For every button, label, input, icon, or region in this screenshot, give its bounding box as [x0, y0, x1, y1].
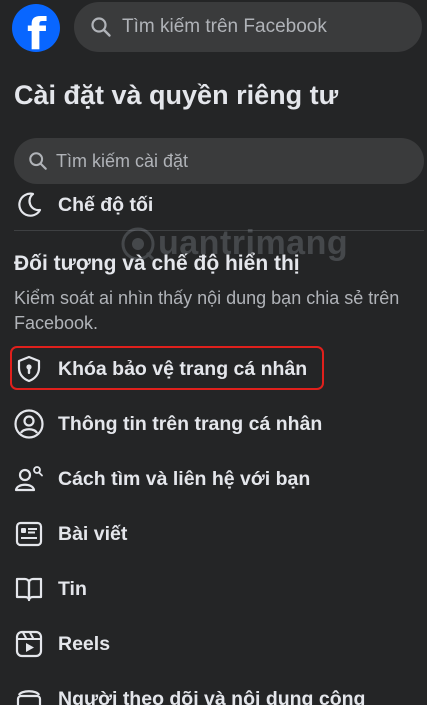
- followers-icon: [12, 682, 46, 705]
- settings-list[interactable]: Chế độ tối uantrimang Đối tượng và chế đ…: [0, 188, 427, 705]
- facebook-search-placeholder: Tìm kiếm trên Facebook: [122, 16, 327, 37]
- section-title: Đối tượng và chế độ hiển thị: [14, 252, 300, 275]
- facebook-logo[interactable]: f: [12, 4, 60, 52]
- settings-item-find-contact[interactable]: Cách tìm và liên hệ với bạn: [12, 456, 422, 502]
- section-description: Kiểm soát ai nhìn thấy nội dung bạn chia…: [14, 288, 400, 333]
- logo-letter: f: [27, 9, 47, 53]
- settings-item-label: Tin: [58, 577, 87, 600]
- settings-item-stories[interactable]: Tin: [12, 566, 422, 612]
- highlight-box: [10, 346, 324, 390]
- settings-search-input[interactable]: Tìm kiếm cài đặt: [14, 138, 424, 184]
- settings-item-label: Bài viết: [58, 522, 128, 545]
- profile-icon: [12, 407, 46, 441]
- people-search-icon: [12, 462, 46, 496]
- settings-item-label: Reels: [58, 632, 111, 655]
- search-icon: [28, 151, 48, 171]
- settings-item-reels[interactable]: Reels: [12, 621, 422, 667]
- post-icon: [12, 517, 46, 551]
- settings-item-label: Thông tin trên trang cá nhân: [58, 412, 323, 435]
- moon-icon: [12, 188, 46, 222]
- top-bar: f Tìm kiếm trên Facebook: [0, 0, 427, 58]
- settings-item-label: Chế độ tối: [58, 193, 154, 216]
- settings-item-profile-info[interactable]: Thông tin trên trang cá nhân: [12, 401, 422, 447]
- settings-item-posts[interactable]: Bài viết: [12, 511, 422, 557]
- settings-item-followers[interactable]: Người theo dõi và nội dung công: [12, 676, 422, 705]
- reels-icon: [12, 627, 46, 661]
- book-icon: [12, 572, 46, 606]
- settings-item-label: Người theo dõi và nội dung công: [58, 687, 366, 705]
- facebook-search-input[interactable]: Tìm kiếm trên Facebook: [74, 2, 422, 52]
- search-icon: [90, 16, 112, 38]
- settings-item-dark-mode[interactable]: Chế độ tối: [12, 188, 422, 228]
- settings-page: f Tìm kiếm trên Facebook Cài đặt và quyề…: [0, 0, 427, 705]
- settings-item-label: Cách tìm và liên hệ với bạn: [58, 467, 311, 490]
- settings-search-placeholder: Tìm kiếm cài đặt: [56, 150, 189, 171]
- page-title: Cài đặt và quyền riêng tư: [14, 80, 339, 110]
